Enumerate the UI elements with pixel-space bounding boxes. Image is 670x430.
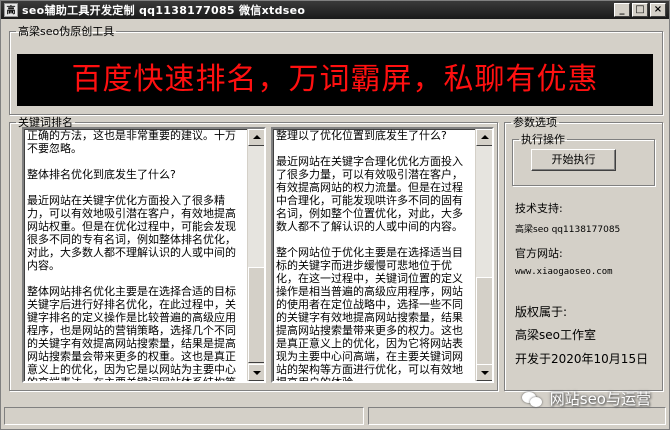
- scroll-thumb[interactable]: [248, 267, 264, 363]
- left-scrollbar[interactable]: [247, 129, 264, 381]
- promo-banner: 百度快速排名，万词霸屏，私聊有优惠: [17, 54, 653, 106]
- left-paragraph: 最近网站在关键字优化方面投入了很多精力，可以有效地吸引潜在客户，有效地提高网站权…: [27, 194, 236, 272]
- watermark: 网站seo与运营: [521, 388, 651, 409]
- left-paragraph: 整体网站排名优化主要是在选择合适的目标关键字后进行好排名优化，在此过程中，关键字…: [27, 285, 236, 381]
- wechat-icon: [521, 390, 544, 408]
- rewritten-text-area[interactable]: 整理以了优化位置到底发生了什么? 最近网站在关键字合理化优化方面投入了很多力量，…: [271, 127, 494, 383]
- scroll-up-arrow-icon[interactable]: [476, 129, 492, 146]
- params-group-title: 参数选项: [513, 116, 557, 129]
- copyright-value: 高梁seo工作室: [515, 328, 596, 342]
- scroll-down-arrow-icon[interactable]: [476, 364, 492, 381]
- watermark-text: 网站seo与运营: [549, 390, 651, 408]
- release-date: 开发于2020年10月15日: [515, 352, 649, 366]
- scroll-thumb[interactable]: [476, 277, 492, 365]
- maximize-button[interactable]: □: [632, 3, 648, 17]
- scroll-down-arrow-icon[interactable]: [248, 364, 264, 381]
- original-text-area[interactable]: 正确的方法，这也是非常重要的建议。十万不要忽略。 整体排名优化到底发生了什么? …: [22, 127, 266, 383]
- close-button[interactable]: ×: [650, 3, 666, 17]
- app-icon: 高: [4, 3, 18, 17]
- status-pane: [368, 407, 666, 425]
- main-group-title: 高梁seo伪原创工具: [18, 25, 115, 38]
- window-title: seo辅助工具开发定制 qq1138177085 微信xtdseo: [22, 4, 306, 17]
- tech-support-label: 技术支持:: [515, 202, 563, 215]
- right-paragraph: 整理以了优化位置到底发生了什么?: [276, 129, 447, 142]
- website-label: 官方网站:: [515, 247, 563, 260]
- right-scrollbar[interactable]: [475, 129, 492, 381]
- website-value: www.xiaogaoseo.com: [515, 267, 613, 277]
- status-pane: [4, 407, 364, 425]
- start-button[interactable]: 开始执行: [531, 149, 616, 171]
- exec-group-title: 执行操作: [521, 133, 565, 146]
- app-window: 高 seo辅助工具开发定制 qq1138177085 微信xtdseo _ □ …: [0, 0, 670, 430]
- right-paragraph: 整个网站位于优化主要是在选择适当目标的关键字而进步缓慢可悲地位于优化，在这一过程…: [276, 246, 463, 381]
- minimize-button[interactable]: _: [614, 3, 630, 17]
- tech-support-value: 高梁seo qq1138177085: [515, 225, 621, 235]
- title-bar[interactable]: 高 seo辅助工具开发定制 qq1138177085 微信xtdseo _ □ …: [1, 1, 669, 19]
- scroll-up-arrow-icon[interactable]: [248, 129, 264, 146]
- left-paragraph: 正确的方法，这也是非常重要的建议。十万不要忽略。: [27, 129, 236, 155]
- right-paragraph: 最近网站在关键字合理化优化方面投入了很多力量，可以有效吸引潜在客户，有效提高网站…: [276, 155, 463, 233]
- left-paragraph: 整体排名优化到底发生了什么?: [27, 168, 176, 181]
- copyright-label: 版权属于:: [515, 305, 568, 319]
